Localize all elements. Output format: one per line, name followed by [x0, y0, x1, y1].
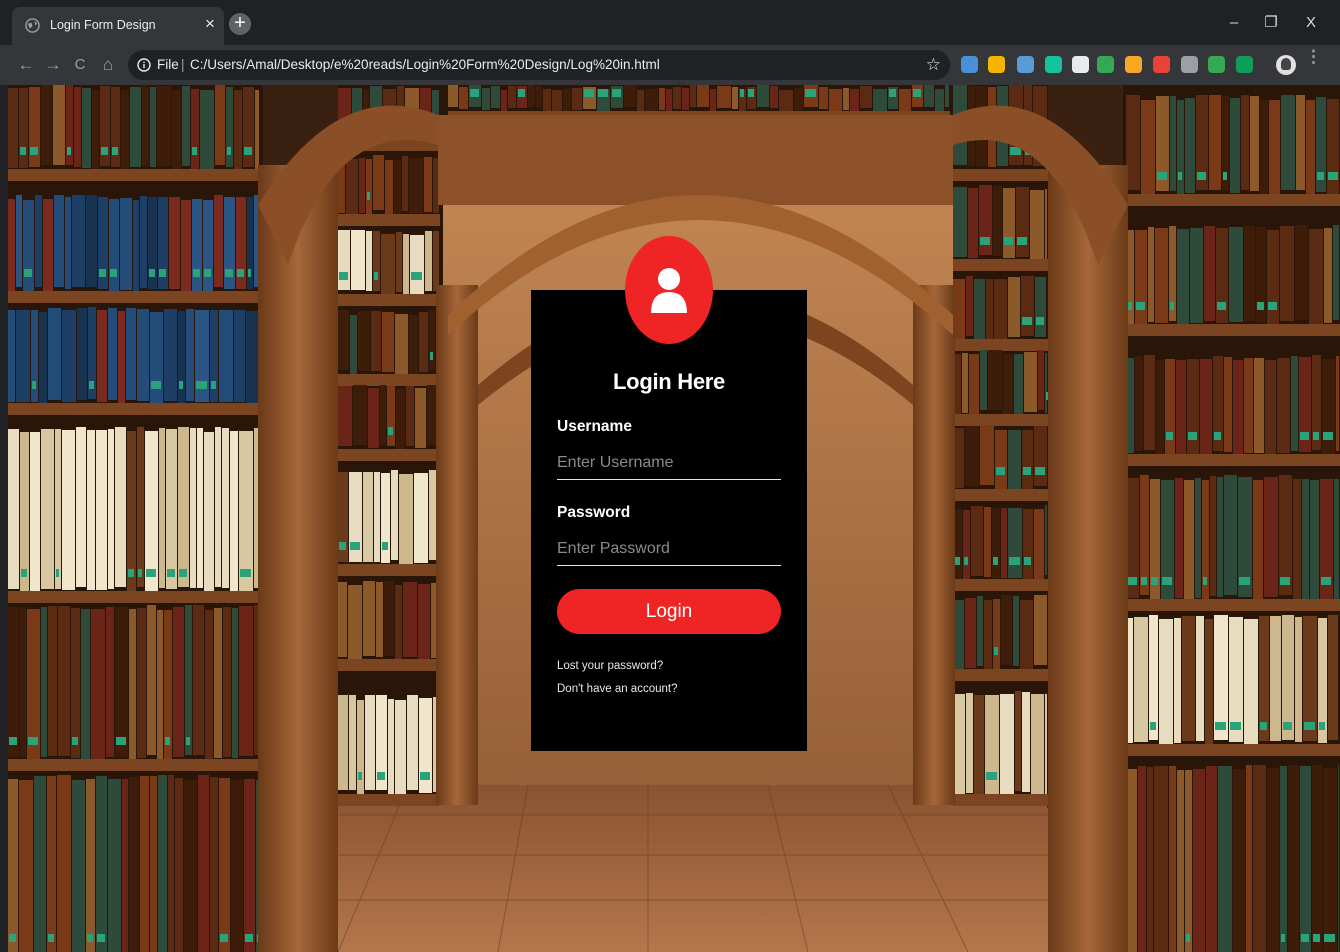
address-bar[interactable]: File | C:/Users/Amal/Desktop/e%20reads/L… [128, 50, 950, 80]
globe-icon [25, 18, 40, 33]
forward-arrow-icon[interactable]: → [42, 54, 64, 76]
url-text[interactable]: C:/Users/Amal/Desktop/e%20reads/Login%20… [190, 57, 660, 72]
ext-green-ring-icon[interactable] [1097, 56, 1114, 73]
new-tab-button[interactable]: + [229, 13, 251, 35]
password-input[interactable] [557, 538, 781, 566]
signup-link[interactable]: Don't have an account? [557, 683, 677, 695]
ext-circle-icon[interactable] [1072, 56, 1089, 73]
ext-green-drop-icon[interactable] [1236, 56, 1253, 73]
reload-icon[interactable]: C [69, 54, 91, 76]
window-frame-edge [0, 0, 8, 952]
close-window-button[interactable]: X [1299, 12, 1323, 34]
browser-toolbar: ← → C ⌂ File | C:/Users/Amal/Desktop/e%2… [0, 45, 1340, 85]
tab-title: Login Form Design [50, 18, 156, 32]
ext-grammarly-icon[interactable] [1045, 56, 1062, 73]
username-label: Username [557, 418, 632, 435]
ext-red-square-icon[interactable] [1153, 56, 1170, 73]
menu-icon[interactable]: ⋮ [1305, 48, 1322, 65]
minimize-button[interactable]: – [1222, 12, 1246, 34]
ext-green-gem-icon[interactable] [1208, 56, 1225, 73]
user-icon [651, 268, 687, 313]
ext-grey-bulb-icon[interactable] [1181, 56, 1198, 73]
ext-blue-person-icon[interactable] [961, 56, 978, 73]
username-input[interactable] [557, 452, 781, 480]
url-scheme: File [157, 57, 179, 72]
login-button[interactable]: Login [557, 589, 781, 634]
restore-button[interactable]: ❐ [1259, 12, 1283, 34]
lost-password-link[interactable]: Lost your password? [557, 660, 663, 672]
info-icon[interactable] [137, 58, 151, 72]
ext-translate-icon[interactable] [1017, 56, 1034, 73]
home-icon[interactable]: ⌂ [97, 54, 119, 76]
ext-multicolor-icon[interactable] [988, 56, 1005, 73]
url-separator: | [181, 57, 185, 72]
ext-colorful-wheel-icon[interactable] [1125, 56, 1142, 73]
user-avatar-circle [625, 236, 713, 344]
avatar[interactable] [1276, 55, 1296, 75]
password-label: Password [557, 504, 631, 521]
star-icon[interactable]: ☆ [926, 55, 941, 75]
back-arrow-icon[interactable]: ← [15, 54, 37, 76]
browser-tab[interactable]: Login Form Design × [12, 7, 224, 45]
login-title: Login Here [613, 369, 725, 394]
tab-strip: Login Form Design × + – ❐ X [0, 0, 1340, 45]
tab-close-icon[interactable]: × [201, 15, 219, 33]
